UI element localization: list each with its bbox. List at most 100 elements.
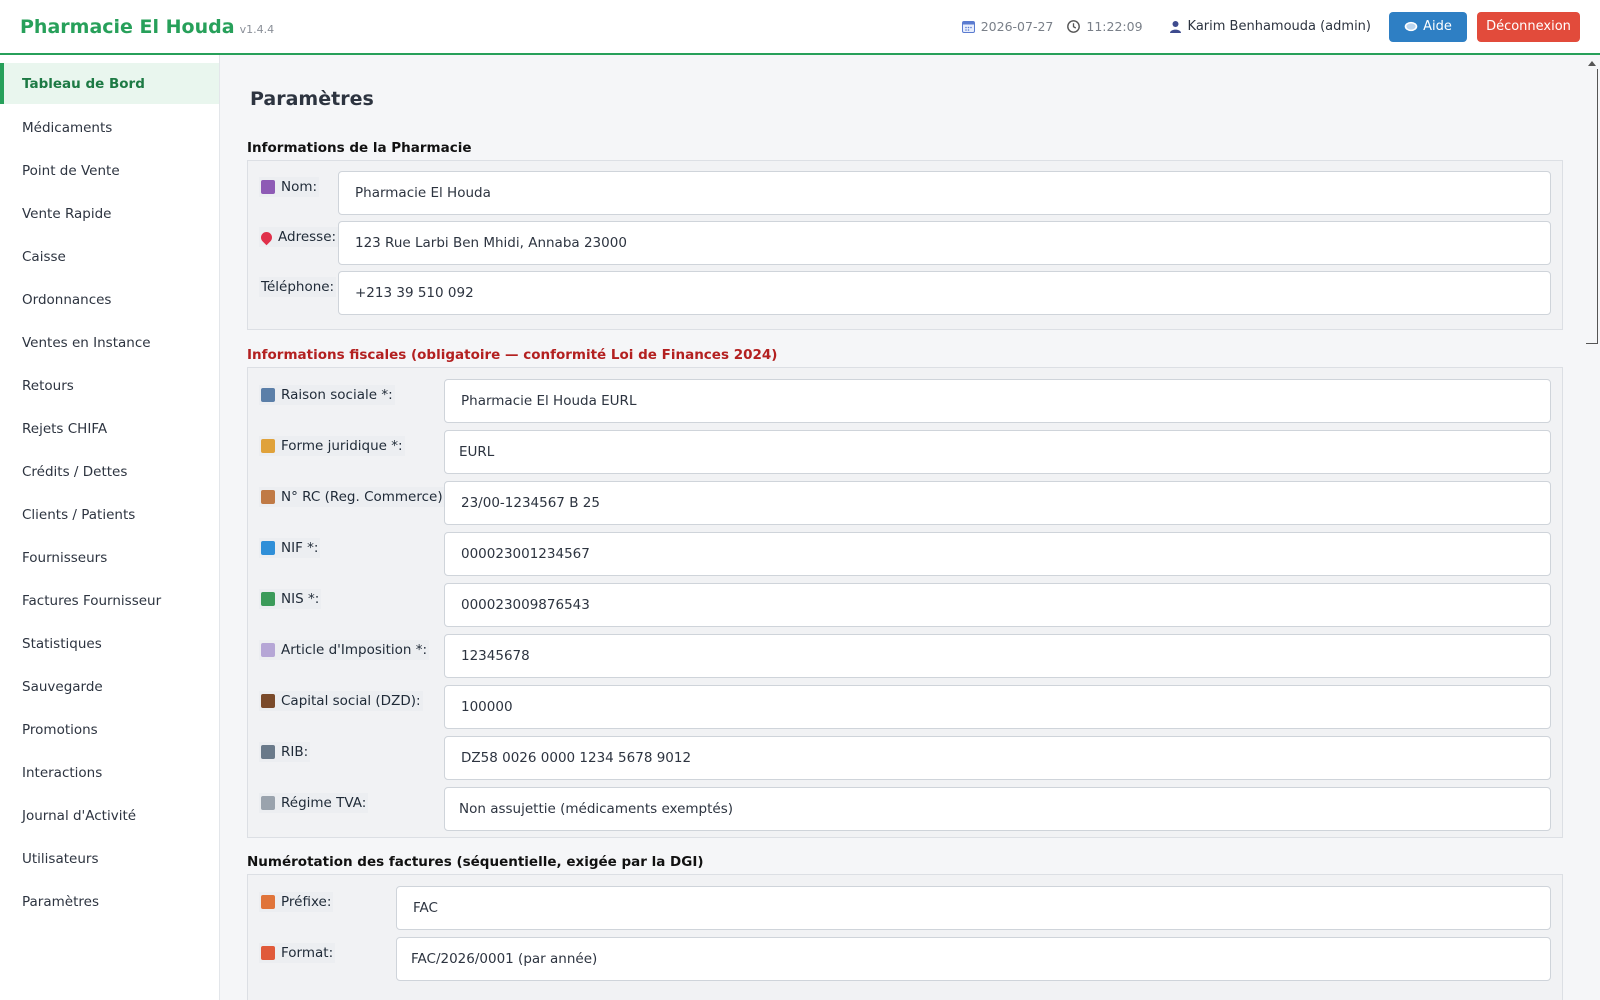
raison-sociale-input[interactable]: Pharmacie El Houda EURL — [444, 379, 1551, 423]
field-label: Format: — [259, 943, 336, 963]
sidebar-item-credits-dettes[interactable]: Crédits / Dettes — [0, 450, 219, 493]
field-label: Capital social (DZD): — [259, 691, 423, 711]
scroll-up-arrow-icon[interactable] — [1588, 61, 1596, 66]
field-row-telephone: Téléphone: +213 39 510 092 — [248, 271, 1562, 315]
current-user: Karim Benhamouda (admin) — [1169, 19, 1371, 34]
field-label-text: RIB: — [281, 744, 309, 760]
sidebar-item-clients-patients[interactable]: Clients / Patients — [0, 493, 219, 536]
field-row-raison-sociale: Raison sociale *: Pharmacie El Houda EUR… — [248, 379, 1562, 423]
field-label-text: Téléphone: — [261, 279, 335, 295]
field-label: Article d'Imposition *: — [259, 640, 430, 660]
numbers-icon — [261, 541, 275, 555]
pencil-memo-icon — [261, 895, 275, 909]
bank-icon — [261, 745, 275, 759]
sidebar-item-promotions[interactable]: Promotions — [0, 708, 219, 751]
telephone-input[interactable]: +213 39 510 092 — [338, 271, 1551, 315]
field-row-capital-social: Capital social (DZD): 100000 — [248, 685, 1562, 729]
field-row-forme-juridique: Forme juridique *: EURL — [248, 430, 1562, 474]
sidebar-item-caisse[interactable]: Caisse — [0, 235, 219, 278]
field-row-rc: N° RC (Reg. Commerce) *: 23/00-1234567 B… — [248, 481, 1562, 525]
article-imposition-input[interactable]: 12345678 — [444, 634, 1551, 678]
brand: Pharmacie El Houda v1.4.4 — [20, 16, 274, 38]
sidebar-item-retours[interactable]: Retours — [0, 364, 219, 407]
field-label: Préfixe: — [259, 892, 334, 912]
field-row-nif: NIF *: 000023001234567 — [248, 532, 1562, 576]
field-row-nom: Nom: Pharmacie El Houda — [248, 171, 1562, 215]
ruler-icon — [261, 796, 275, 810]
fiscal-fieldset: Raison sociale *: Pharmacie El Houda EUR… — [247, 367, 1563, 838]
briefcase-icon — [261, 694, 275, 708]
adresse-input[interactable]: 123 Rue Larbi Ben Mhidi, Annaba 23000 — [338, 221, 1551, 265]
field-row-nis: NIS *: 000023009876543 — [248, 583, 1562, 627]
sidebar-item-utilisateurs[interactable]: Utilisateurs — [0, 837, 219, 880]
logout-button[interactable]: Déconnexion — [1477, 11, 1580, 42]
pharmacy-fieldset: Nom: Pharmacie El Houda Adresse: 123 Rue… — [247, 160, 1563, 330]
sidebar-item-parametres[interactable]: Paramètres — [0, 880, 219, 923]
sidebar-item-rejets-chifa[interactable]: Rejets CHIFA — [0, 407, 219, 450]
sidebar-item-vente-rapide[interactable]: Vente Rapide — [0, 192, 219, 235]
field-label-text: Préfixe: — [281, 894, 332, 910]
header-time: 11:22:09 — [1067, 19, 1143, 34]
nom-input[interactable]: Pharmacie El Houda — [338, 171, 1551, 215]
capital-social-input[interactable]: 100000 — [444, 685, 1551, 729]
field-label: Téléphone: — [259, 277, 337, 297]
field-row-article-imposition: Article d'Imposition *: 12345678 — [248, 634, 1562, 678]
forme-juridique-select[interactable]: EURL — [444, 430, 1551, 474]
sidebar-item-ventes-en-instance[interactable]: Ventes en Instance — [0, 321, 219, 364]
time-text: 11:22:09 — [1086, 19, 1143, 34]
sidebar-item-medicaments[interactable]: Médicaments — [0, 106, 219, 149]
rc-input[interactable]: 23/00-1234567 B 25 — [444, 481, 1551, 525]
regime-tva-select[interactable]: Non assujettie (médicaments exemptés) — [444, 787, 1551, 831]
office-icon — [261, 388, 275, 402]
field-label: NIS *: — [259, 589, 322, 609]
sidebar-item-fournisseurs[interactable]: Fournisseurs — [0, 536, 219, 579]
numbering-fieldset: Préfixe: FAC Format: FAC/2026/0001 (par … — [247, 874, 1563, 1000]
sidebar-item-ordonnances[interactable]: Ordonnances — [0, 278, 219, 321]
rib-input[interactable]: DZ58 0026 0000 1234 5678 9012 — [444, 736, 1551, 780]
memo-icon — [261, 643, 275, 657]
section-title-pharmacy: Informations de la Pharmacie — [247, 140, 472, 156]
prefixe-input[interactable]: FAC — [396, 886, 1551, 930]
nif-input[interactable]: 000023001234567 — [444, 532, 1551, 576]
field-label: N° RC (Reg. Commerce) *: — [259, 487, 461, 507]
pin-icon — [258, 229, 275, 245]
header-right: 2026-07-27 11:22:09 Karim Benhamouda (ad… — [961, 0, 1600, 53]
field-row-adresse: Adresse: 123 Rue Larbi Ben Mhidi, Annaba… — [248, 221, 1562, 265]
section-title-numbering: Numérotation des factures (séquentielle,… — [247, 854, 704, 870]
field-row-prefixe: Préfixe: FAC — [248, 886, 1562, 930]
field-label-text: Forme juridique *: — [281, 438, 403, 454]
sidebar-item-interactions[interactable]: Interactions — [0, 751, 219, 794]
scroll-thumb[interactable] — [1586, 69, 1598, 344]
nis-input[interactable]: 000023009876543 — [444, 583, 1551, 627]
field-label-text: Article d'Imposition *: — [281, 642, 428, 658]
main-content: Paramètres Informations de la Pharmacie … — [221, 57, 1579, 1000]
clipboard-icon — [261, 490, 275, 504]
brand-name: Pharmacie El Houda — [20, 15, 235, 38]
field-label-text: Capital social (DZD): — [281, 693, 421, 709]
user-name: Karim Benhamouda (admin) — [1187, 19, 1371, 34]
sidebar-item-statistiques[interactable]: Statistiques — [0, 622, 219, 665]
sidebar-item-factures-fournisseur[interactable]: Factures Fournisseur — [0, 579, 219, 622]
top-header: Pharmacie El Houda v1.4.4 2026-07-27 11:… — [0, 0, 1600, 55]
date-text: 2026-07-27 — [980, 19, 1054, 34]
field-label-text: Adresse: — [278, 229, 337, 245]
user-icon — [1169, 21, 1181, 33]
field-label: RIB: — [259, 742, 311, 762]
app-version: v1.4.4 — [239, 22, 275, 36]
calendar-grid-icon — [261, 946, 275, 960]
speech-bubble-icon — [1404, 21, 1418, 31]
help-button[interactable]: Aide — [1389, 11, 1467, 42]
field-label: NIF *: — [259, 538, 321, 558]
field-row-rib: RIB: DZ58 0026 0000 1234 5678 9012 — [248, 736, 1562, 780]
field-label-text: Raison sociale *: — [281, 387, 393, 403]
sidebar-item-tableau-de-bord[interactable]: Tableau de Bord — [0, 63, 219, 104]
format-select[interactable]: FAC/2026/0001 (par année) — [396, 937, 1551, 981]
sidebar-item-journal-activite[interactable]: Journal d'Activité — [0, 794, 219, 837]
field-label-text: Nom: — [281, 179, 318, 195]
sidebar-item-point-de-vente[interactable]: Point de Vente — [0, 149, 219, 192]
page-title: Paramètres — [250, 88, 374, 110]
sidebar-item-sauvegarde[interactable]: Sauvegarde — [0, 665, 219, 708]
field-label-text: NIS *: — [281, 591, 320, 607]
main-scrollbar[interactable] — [1584, 57, 1600, 1000]
clock-icon — [1067, 20, 1081, 33]
